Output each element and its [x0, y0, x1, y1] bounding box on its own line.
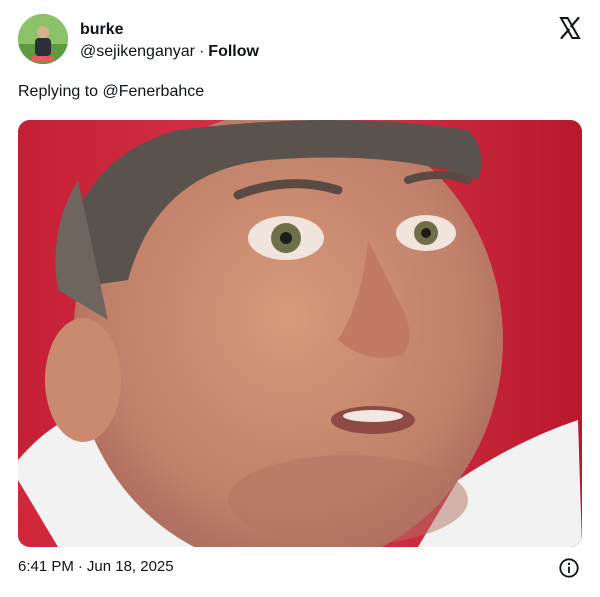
media-illustration — [18, 120, 582, 547]
author-info: burke @sejikenganyar · Follow — [80, 20, 259, 62]
tweet-date: Jun 18, 2025 — [86, 558, 174, 575]
timestamp[interactable]: 6:41 PM · Jun 18, 2025 — [18, 557, 174, 577]
handle[interactable]: @sejikenganyar — [80, 43, 195, 60]
tweet-time: 6:41 PM — [18, 558, 74, 575]
reply-prefix: Replying to — [18, 83, 99, 100]
handle-row: @sejikenganyar · Follow — [80, 42, 259, 62]
avatar-image — [18, 14, 68, 64]
reply-context: Replying to @Fenerbahce — [18, 82, 204, 102]
x-logo-icon[interactable] — [558, 16, 582, 40]
avatar[interactable] — [18, 14, 68, 64]
separator: · — [198, 43, 205, 60]
reply-mention-link[interactable]: @Fenerbahce — [103, 83, 205, 100]
tweet-header: burke @sejikenganyar · Follow — [18, 14, 582, 66]
follow-button[interactable]: Follow — [208, 43, 259, 60]
timestamp-separator: · — [77, 558, 83, 575]
display-name[interactable]: burke — [80, 20, 259, 40]
tweet-media-image[interactable] — [18, 120, 582, 547]
info-icon[interactable] — [558, 557, 580, 579]
